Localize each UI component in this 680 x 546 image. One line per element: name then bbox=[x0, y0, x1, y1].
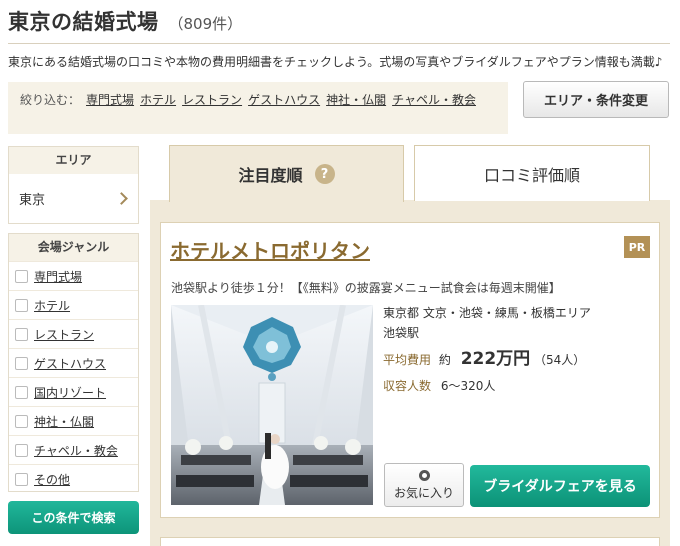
tab-review-rating[interactable]: 口コミ評価順 bbox=[414, 145, 650, 201]
page-title: 東京の結婚式場 （809件） bbox=[8, 6, 242, 36]
lead-text: 東京にある結婚式場の口コミや本物の費用明細書をチェックしよう。式場の写真やブライ… bbox=[8, 55, 663, 69]
genre-label: 専門式場 bbox=[34, 269, 83, 284]
genre-panel: 会場ジャンル 専門式場 ホテル レストラン ゲストハウス 国内リゾート 神社・仏… bbox=[8, 233, 139, 492]
venue-area: 東京都 文京・池袋・練馬・板橋エリア bbox=[383, 306, 591, 320]
checkbox[interactable] bbox=[15, 414, 28, 428]
venue-card: ホテルメトロポリタン PR 池袋駅より徒歩１分！【《無料》の披露宴メニュー試食会… bbox=[160, 222, 660, 518]
checkbox[interactable] bbox=[15, 385, 28, 399]
filter-link-shrine[interactable]: 神社・仏閣 bbox=[326, 93, 386, 107]
venue-catchcopy: 池袋駅より徒歩１分！【《無料》の披露宴メニュー試食会は毎週末開催】 bbox=[171, 281, 561, 295]
filter-link-restaurant[interactable]: レストラン bbox=[182, 93, 242, 107]
help-icon[interactable]: ? bbox=[314, 164, 335, 184]
tab-popularity[interactable]: 注目度順 ? bbox=[169, 145, 404, 202]
genre-item-other[interactable]: その他 bbox=[9, 464, 138, 493]
checkbox[interactable] bbox=[15, 298, 28, 312]
checkbox[interactable] bbox=[15, 472, 28, 486]
price-prefix: 約 bbox=[438, 353, 451, 367]
filter-link-chapel[interactable]: チャペル・教会 bbox=[392, 93, 476, 107]
genre-label: チャペル・教会 bbox=[34, 443, 118, 458]
pr-badge: PR bbox=[624, 236, 650, 258]
venue-capacity-row: 収容人数 6〜320人 bbox=[383, 376, 591, 396]
genre-label: その他 bbox=[34, 472, 71, 487]
page-title-text: 東京の結婚式場 bbox=[8, 10, 159, 34]
genre-item-senmon[interactable]: 専門式場 bbox=[9, 261, 138, 290]
genre-label: 国内リゾート bbox=[34, 385, 107, 400]
venue-name-link[interactable]: ホテルメトロポリタン bbox=[170, 235, 370, 264]
checkbox[interactable] bbox=[15, 443, 28, 457]
genre-item-chapel[interactable]: チャペル・教会 bbox=[9, 435, 138, 464]
area-select[interactable]: 東京 bbox=[9, 174, 138, 223]
filter-bar: 絞り込む： 専門式場 ホテル レストラン ゲストハウス 神社・仏閣 チャペル・教会 bbox=[8, 82, 508, 134]
checkbox[interactable] bbox=[15, 356, 28, 370]
result-count: （809件） bbox=[168, 15, 243, 33]
genre-item-guesthouse[interactable]: ゲストハウス bbox=[9, 348, 138, 377]
filter-label: 絞り込む： bbox=[20, 93, 81, 107]
capacity-value: 6〜320人 bbox=[440, 379, 496, 393]
checkbox[interactable] bbox=[15, 269, 28, 283]
change-area-conditions-button[interactable]: エリア・条件変更 bbox=[523, 81, 669, 118]
venue-station: 池袋駅 bbox=[383, 326, 420, 340]
filter-link-guesthouse[interactable]: ゲストハウス bbox=[248, 93, 320, 107]
genre-label: ゲストハウス bbox=[34, 356, 107, 371]
genre-item-restaurant[interactable]: レストラン bbox=[9, 319, 138, 348]
price-value: 222万円 bbox=[460, 349, 531, 369]
tab-popularity-label: 注目度順 bbox=[238, 166, 303, 185]
favorite-label: お気に入り bbox=[393, 485, 454, 500]
area-panel: エリア 東京 bbox=[8, 146, 139, 224]
favorite-button[interactable]: お気に入り bbox=[384, 463, 464, 507]
favorite-icon bbox=[418, 469, 430, 481]
filter-link-hotel[interactable]: ホテル bbox=[140, 93, 176, 107]
area-value: 東京 bbox=[19, 193, 46, 208]
area-header: エリア bbox=[9, 147, 138, 174]
capacity-label: 収容人数 bbox=[383, 379, 432, 393]
venue-price-row: 平均費用 約 222万円 （54人） bbox=[383, 349, 591, 370]
genre-label: 神社・仏閣 bbox=[34, 414, 95, 429]
venue-info: 東京都 文京・池袋・練馬・板橋エリア 池袋駅 平均費用 約 222万円 （54人… bbox=[383, 303, 591, 396]
bridal-fair-button[interactable]: ブライダルフェアを見る bbox=[470, 465, 650, 507]
genre-item-resort[interactable]: 国内リゾート bbox=[9, 377, 138, 406]
genre-item-shrine[interactable]: 神社・仏閣 bbox=[9, 406, 138, 435]
genre-label: ホテル bbox=[34, 298, 71, 313]
chevron-right-icon bbox=[115, 192, 128, 205]
checkbox[interactable] bbox=[15, 327, 28, 341]
chapel-photo-illustration bbox=[171, 305, 373, 505]
title-divider bbox=[8, 43, 670, 44]
genre-item-hotel[interactable]: ホテル bbox=[9, 290, 138, 319]
price-label: 平均費用 bbox=[383, 353, 432, 367]
filter-link-senmon[interactable]: 専門式場 bbox=[86, 93, 134, 107]
genre-header: 会場ジャンル bbox=[9, 234, 138, 261]
next-card-edge bbox=[160, 537, 660, 546]
search-with-conditions-button[interactable]: この条件で検索 bbox=[8, 501, 139, 534]
venue-photo[interactable] bbox=[171, 305, 373, 505]
genre-label: レストラン bbox=[34, 327, 95, 342]
price-people: （54人） bbox=[534, 353, 586, 367]
